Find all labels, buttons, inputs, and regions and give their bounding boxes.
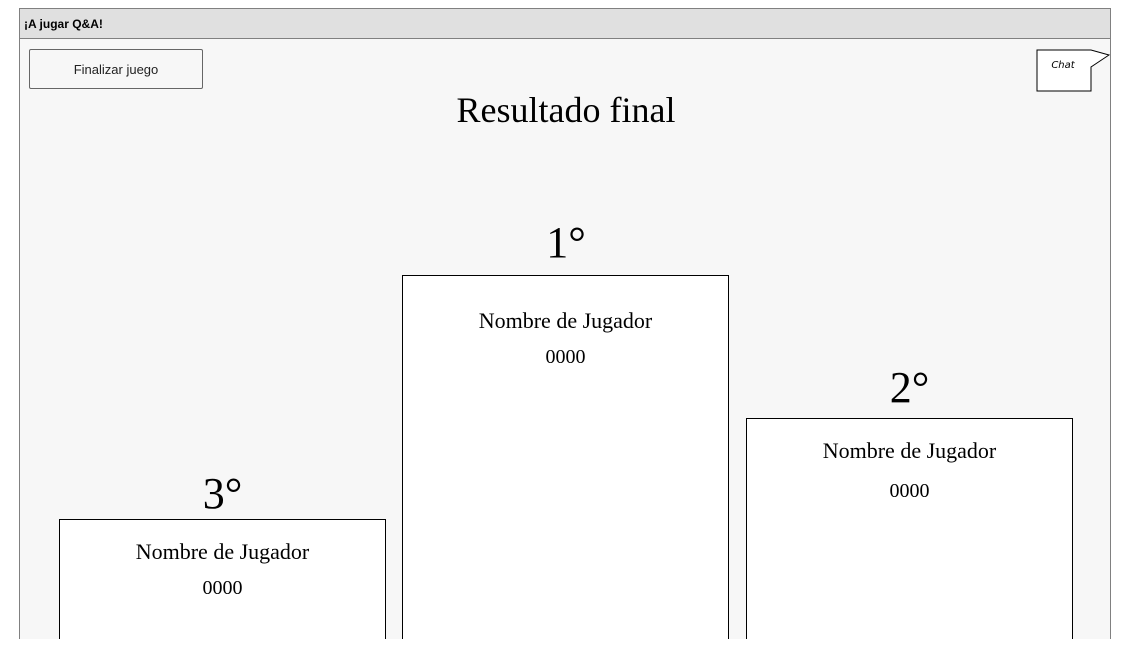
window-title: ¡A jugar Q&A! bbox=[24, 17, 103, 31]
podium-second: Nombre de Jugador 0000 bbox=[746, 418, 1073, 639]
title-bar: ¡A jugar Q&A! bbox=[20, 9, 1110, 39]
player-name-first: Nombre de Jugador bbox=[478, 308, 653, 333]
rank-third-label: 3° bbox=[202, 469, 243, 518]
chat-button[interactable]: Chat bbox=[1035, 47, 1110, 92]
podium-first: Nombre de Jugador 0000 bbox=[402, 275, 729, 639]
podium-third: Nombre de Jugador 0000 bbox=[59, 519, 386, 639]
page-title: Resultado final bbox=[456, 90, 676, 130]
player-score-second: 0000 bbox=[889, 480, 930, 502]
finish-game-button[interactable]: Finalizar juego bbox=[29, 49, 203, 89]
player-score-third: 0000 bbox=[202, 577, 243, 599]
player-score-first: 0000 bbox=[545, 346, 586, 368]
rank-second-label: 2° bbox=[889, 363, 930, 412]
app-window: ¡A jugar Q&A! Finalizar juego Chat Resul… bbox=[19, 8, 1111, 639]
player-name-third: Nombre de Jugador bbox=[135, 539, 310, 564]
chat-label: Chat bbox=[1051, 60, 1075, 71]
player-name-second: Nombre de Jugador bbox=[822, 438, 997, 463]
rank-first-label: 1° bbox=[546, 218, 586, 267]
